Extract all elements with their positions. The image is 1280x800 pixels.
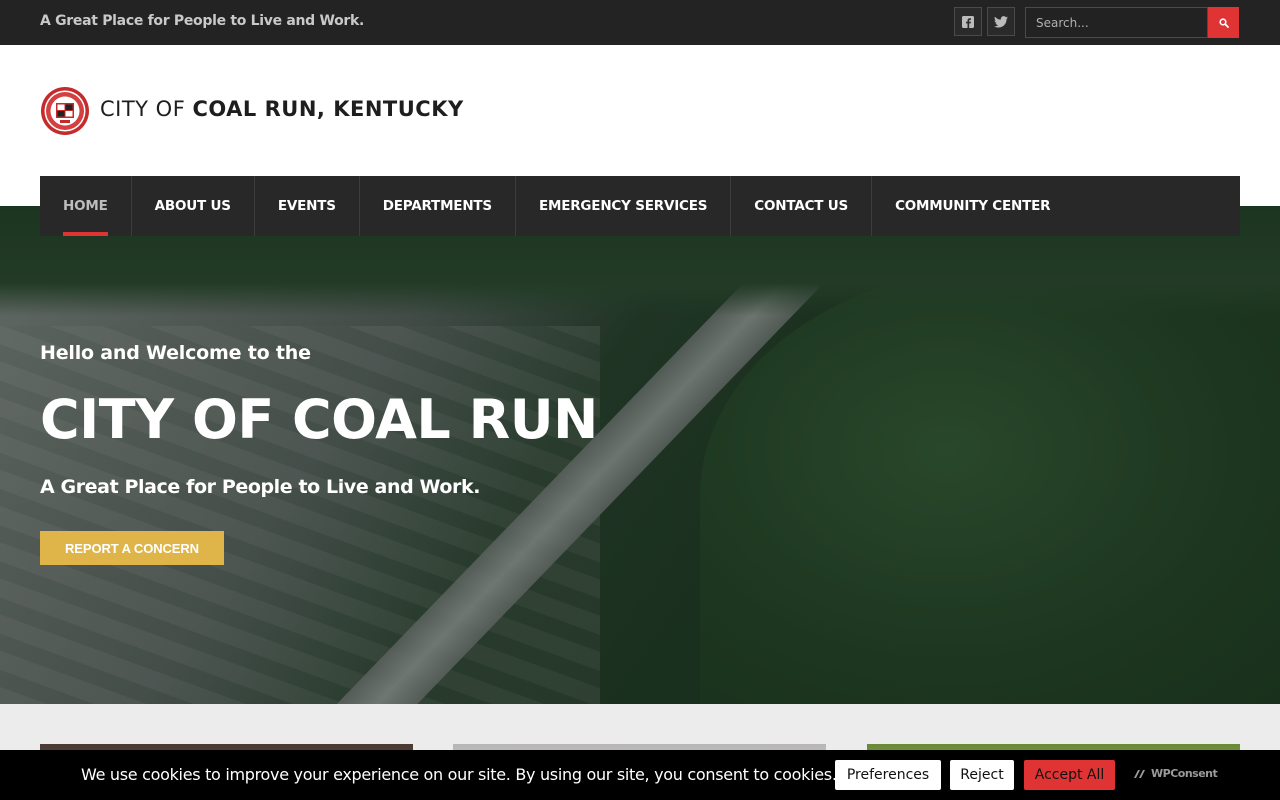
nav-item-about-us[interactable]: ABOUT US (132, 176, 255, 236)
nav-item-home[interactable]: HOME (40, 176, 132, 236)
site-title-bold: COAL RUN, KENTUCKY (192, 97, 464, 121)
site-title-light: CITY OF (100, 97, 186, 121)
facebook-icon (962, 15, 974, 28)
hero-hills-texture (700, 266, 1280, 704)
facebook-link[interactable] (954, 7, 982, 36)
hero-title: CITY OF COAL RUN (40, 388, 598, 451)
hero-town-texture (0, 326, 600, 704)
search-input[interactable] (1025, 7, 1208, 38)
city-seal-logo[interactable] (40, 86, 90, 136)
twitter-link[interactable] (987, 7, 1015, 36)
site-title[interactable]: CITY OF COAL RUN, KENTUCKY (100, 97, 464, 121)
top-tagline: A Great Place for People to Live and Wor… (40, 13, 365, 29)
cookie-consent-bar: We use cookies to improve your experienc… (0, 750, 1280, 800)
hero-banner: Hello and Welcome to the CITY OF COAL RU… (0, 206, 1280, 704)
cookie-preferences-button[interactable]: Preferences (835, 760, 941, 790)
nav-item-departments[interactable]: DEPARTMENTS (360, 176, 516, 236)
hero-subtitle: A Great Place for People to Live and Wor… (40, 476, 481, 498)
nav-item-community-center[interactable]: COMMUNITY CENTER (872, 176, 1073, 236)
nav-item-emergency-services[interactable]: EMERGENCY SERVICES (516, 176, 732, 236)
report-concern-button[interactable]: REPORT A CONCERN (40, 531, 224, 565)
cookie-accept-button[interactable]: Accept All (1024, 760, 1115, 790)
search-button[interactable] (1208, 7, 1239, 38)
search-icon (1218, 17, 1229, 28)
nav-item-events[interactable]: EVENTS (255, 176, 360, 236)
hero-intro: Hello and Welcome to the (40, 342, 311, 364)
wpconsent-brand[interactable]: WPConsent (1133, 767, 1218, 780)
main-nav: HOME ABOUT US EVENTS DEPARTMENTS EMERGEN… (40, 176, 1240, 236)
cookie-reject-button[interactable]: Reject (950, 760, 1014, 790)
twitter-icon (994, 15, 1008, 28)
cookie-message: We use cookies to improve your experienc… (81, 765, 837, 784)
top-bar: A Great Place for People to Live and Wor… (0, 0, 1280, 45)
wpconsent-brand-label: WPConsent (1151, 767, 1218, 780)
nav-item-contact-us[interactable]: CONTACT US (731, 176, 873, 236)
wpconsent-logo-icon (1134, 769, 1145, 778)
